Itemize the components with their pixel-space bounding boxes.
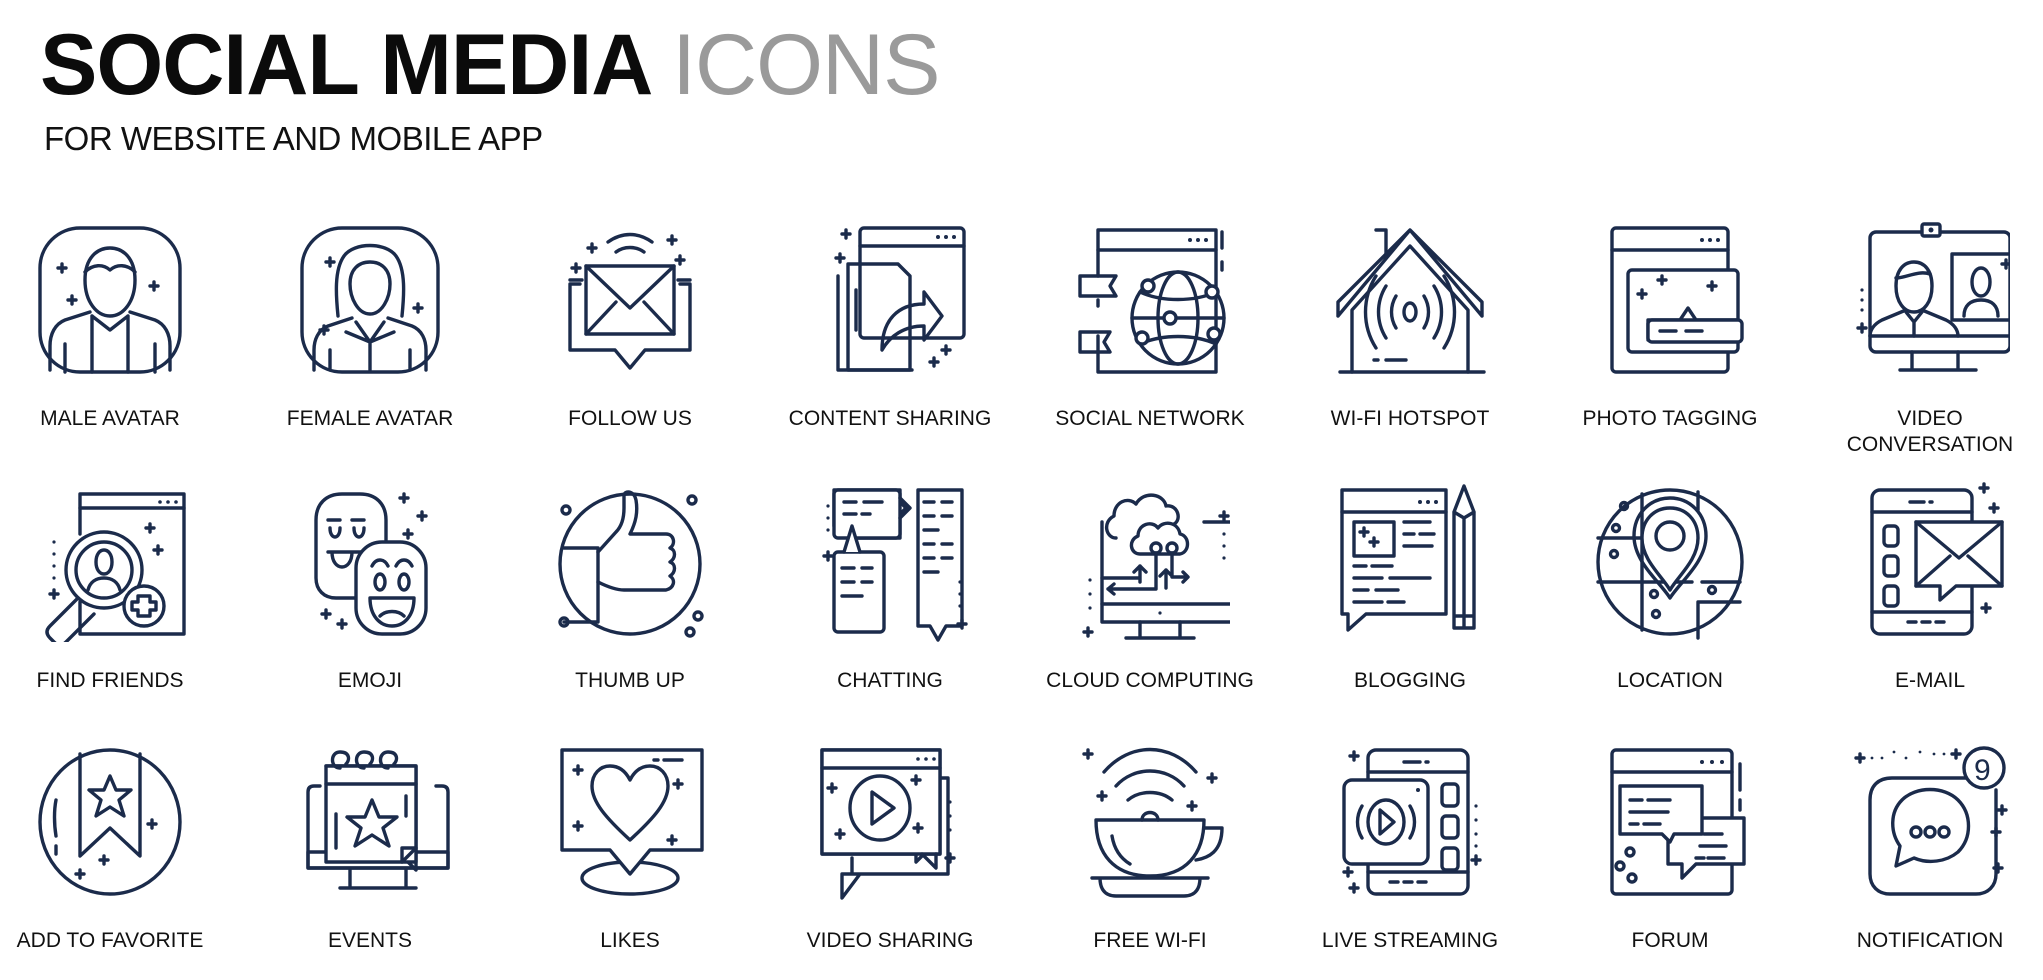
notification-icon: 9 bbox=[1854, 746, 2008, 896]
icon-tile-content-sharing: CONTENT SHARING bbox=[760, 220, 1020, 432]
icon-tile-events: EVENTS bbox=[240, 742, 500, 954]
free-wifi-icon bbox=[1082, 747, 1224, 898]
thumb-up-icon bbox=[558, 490, 704, 638]
icon-tile-location: LOCATION bbox=[1540, 482, 1800, 694]
icon-label: VIDEO CONVERSATION bbox=[1846, 407, 2014, 456]
wifi-hotspot-icon bbox=[1336, 228, 1486, 374]
icon-tile-notification: 9 NOTIFICATION bbox=[1800, 742, 2043, 954]
icon-label: CONTENT SHARING bbox=[788, 407, 992, 430]
icon-tile-free-wifi: FREE WI-FI bbox=[1020, 742, 1280, 954]
icon-tile-follow-us: FOLLOW US bbox=[500, 220, 760, 432]
icon-label: VIDEO SHARING bbox=[806, 929, 974, 952]
icon-tile-female-avatar: FEMALE AVATAR bbox=[240, 220, 500, 432]
icon-tile-find-friends: FIND FRIENDS bbox=[0, 482, 240, 694]
icon-tile-email: E-MAIL bbox=[1800, 482, 2043, 694]
icon-tile-add-to-favorite: ADD TO FAVORITE bbox=[0, 742, 240, 954]
icon-tile-likes: LIKES bbox=[500, 742, 760, 954]
icon-label: LIKES bbox=[600, 929, 660, 952]
icon-label: E-MAIL bbox=[1894, 669, 1965, 692]
icon-label: FORUM bbox=[1631, 929, 1709, 952]
likes-icon bbox=[560, 748, 704, 896]
title-light: ICONS bbox=[672, 17, 940, 113]
icon-label: LIVE STREAMING bbox=[1321, 929, 1499, 952]
male-avatar-icon bbox=[38, 226, 182, 374]
location-icon bbox=[1596, 488, 1744, 640]
icon-label: FOLLOW US bbox=[568, 407, 692, 430]
add-to-favorite-icon bbox=[38, 748, 182, 896]
female-avatar-icon bbox=[300, 226, 440, 374]
emoji-icon bbox=[314, 492, 428, 636]
social-network-icon bbox=[1078, 228, 1226, 374]
icon-label: SOCIAL NETWORK bbox=[1055, 407, 1245, 430]
icon-tile-emoji: EMOJI bbox=[240, 482, 500, 694]
icon-label: PHOTO TAGGING bbox=[1582, 407, 1758, 430]
blogging-icon bbox=[1340, 484, 1476, 632]
chatting-icon bbox=[822, 488, 968, 642]
follow-us-icon bbox=[568, 232, 692, 370]
icon-label: BLOGGING bbox=[1353, 669, 1467, 692]
icon-tile-chatting: CHATTING bbox=[760, 482, 1020, 694]
icon-tile-video-conversation: VIDEO CONVERSATION bbox=[1800, 220, 2043, 458]
icon-label: CLOUD COMPUTING bbox=[1046, 669, 1254, 692]
icon-tile-live-streaming: LIVE STREAMING bbox=[1280, 742, 1540, 954]
icon-label: ADD TO FAVORITE bbox=[16, 929, 204, 952]
events-icon bbox=[306, 750, 450, 890]
video-conversation-icon bbox=[1856, 222, 2010, 372]
icon-tile-forum: FORUM bbox=[1540, 742, 1800, 954]
icon-label: EVENTS bbox=[327, 929, 413, 952]
icon-tile-photo-tagging: PHOTO TAGGING bbox=[1540, 220, 1800, 432]
icon-tile-blogging: BLOGGING bbox=[1280, 482, 1540, 694]
icon-tile-male-avatar: MALE AVATAR bbox=[0, 220, 240, 432]
live-streaming-icon bbox=[1342, 748, 1482, 896]
icon-label: FIND FRIENDS bbox=[36, 669, 184, 692]
email-icon bbox=[1870, 482, 2004, 636]
icon-label: LOCATION bbox=[1617, 669, 1723, 692]
icon-label: CHATTING bbox=[837, 669, 943, 692]
icon-tile-video-sharing: VIDEO SHARING bbox=[760, 742, 1020, 954]
icon-tile-wifi-hotspot: WI-FI HOTSPOT bbox=[1280, 220, 1540, 432]
icon-label: EMOJI bbox=[337, 669, 403, 692]
photo-tagging-icon bbox=[1610, 226, 1744, 374]
icon-label: THUMB UP bbox=[575, 669, 685, 692]
find-friends-icon bbox=[45, 492, 186, 642]
video-sharing-icon bbox=[820, 748, 956, 900]
forum-icon bbox=[1610, 748, 1746, 896]
notification-badge-count: 9 bbox=[1974, 754, 1991, 787]
icon-label: FEMALE AVATAR bbox=[286, 407, 454, 430]
icon-label: NOTIFICATION bbox=[1856, 929, 2004, 952]
icon-label: WI-FI HOTSPOT bbox=[1330, 407, 1490, 430]
content-sharing-icon bbox=[834, 226, 966, 372]
icon-tile-cloud-computing: CLOUD COMPUTING bbox=[1020, 482, 1280, 694]
icon-label: FREE WI-FI bbox=[1093, 929, 1207, 952]
cloud-computing-icon bbox=[1082, 493, 1230, 640]
title-bold: SOCIAL MEDIA bbox=[40, 17, 650, 113]
page-title: SOCIAL MEDIA ICONS bbox=[40, 22, 940, 108]
icon-tile-social-network: SOCIAL NETWORK bbox=[1020, 220, 1280, 432]
page-subtitle: FOR WEBSITE AND MOBILE APP bbox=[44, 120, 543, 157]
icon-label: MALE AVATAR bbox=[40, 407, 180, 430]
icon-tile-thumb-up: THUMB UP bbox=[500, 482, 760, 694]
